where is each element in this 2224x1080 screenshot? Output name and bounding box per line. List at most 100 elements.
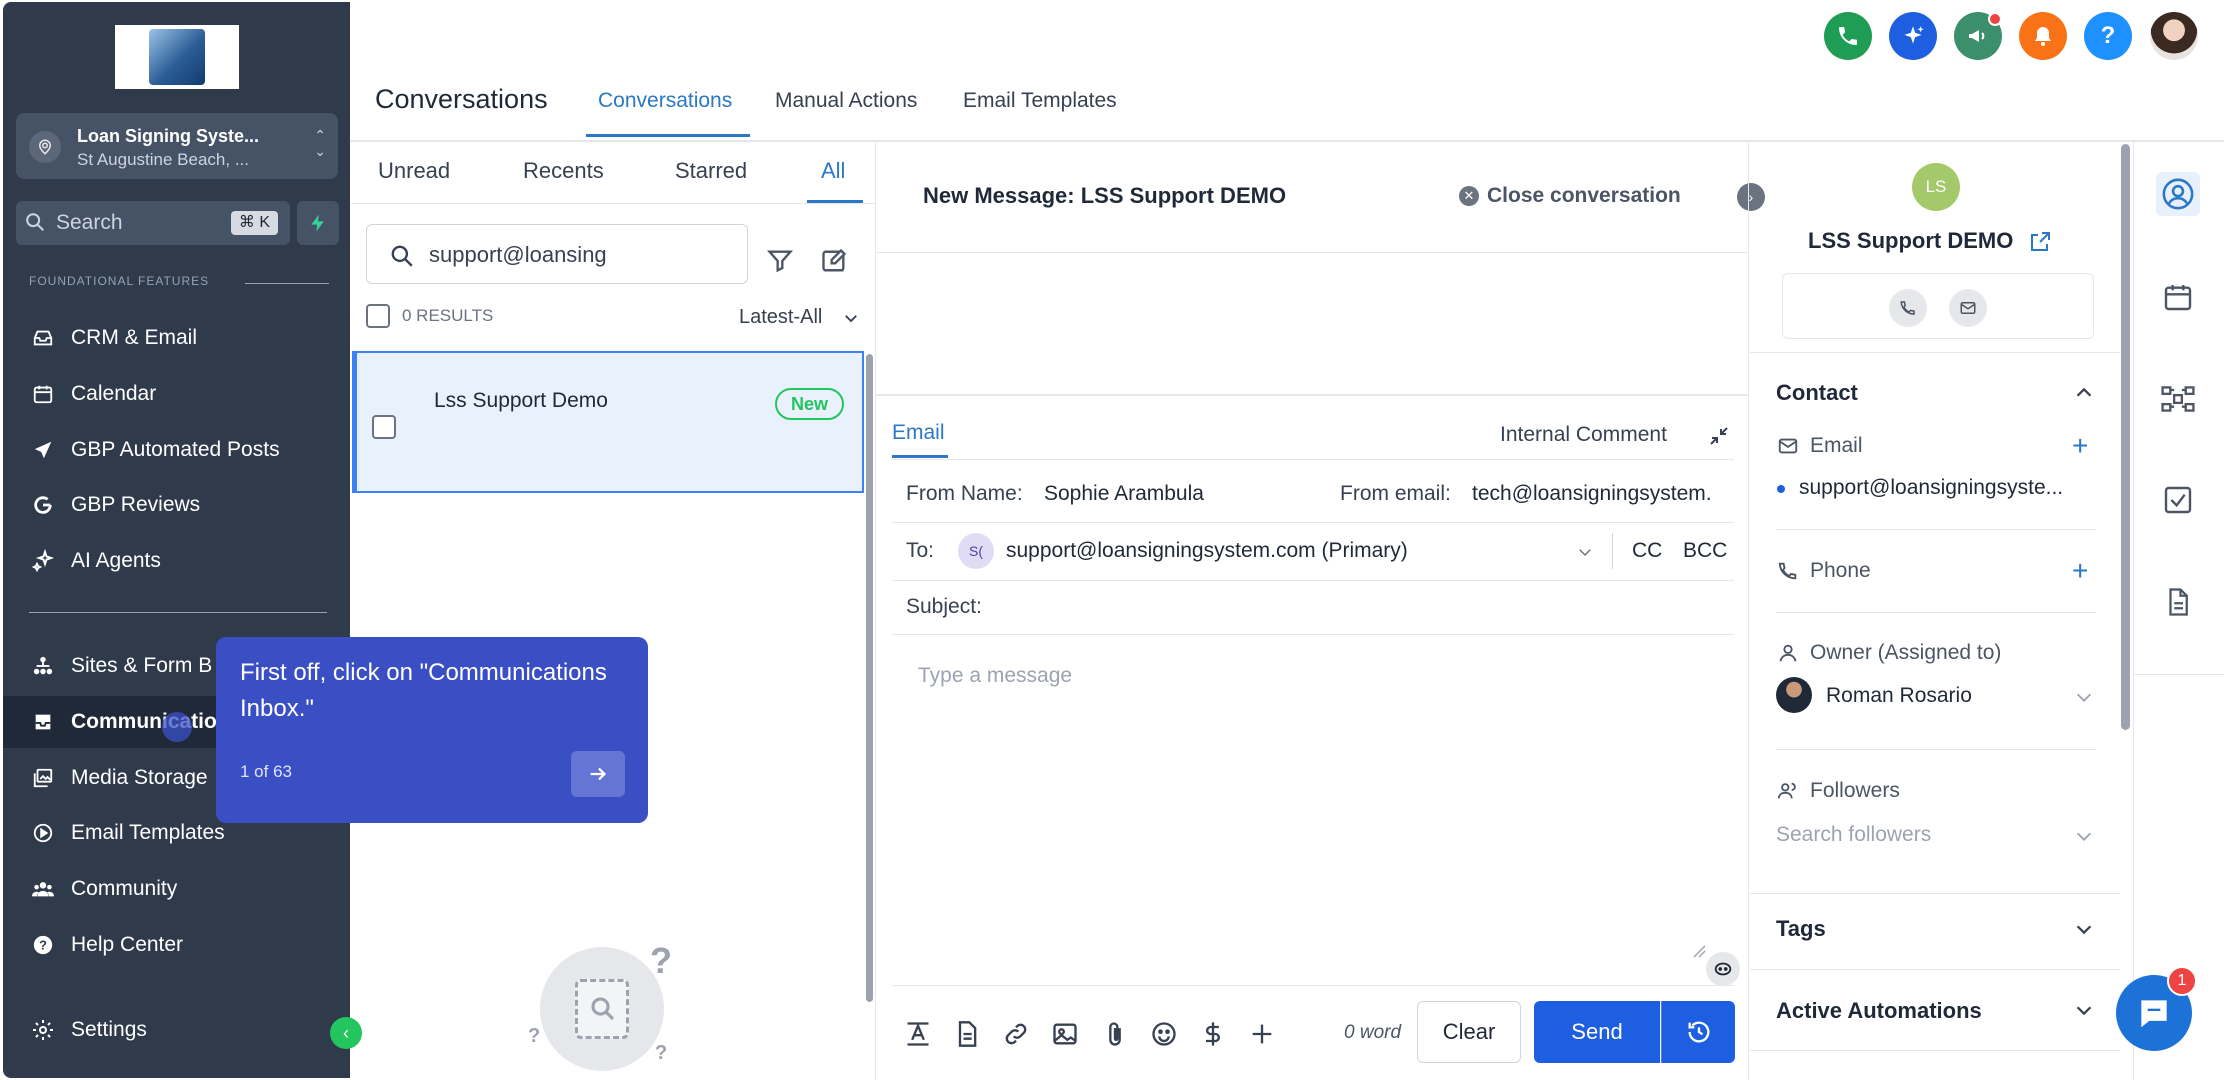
tour-next-button[interactable] (571, 751, 625, 797)
email-contact-button[interactable] (1949, 289, 1987, 327)
followers-search-input[interactable]: Search followers (1776, 823, 1931, 847)
field-divider (892, 580, 1734, 581)
tags-section-title[interactable]: Tags (1776, 916, 1826, 942)
tab-manual-actions[interactable]: Manual Actions (775, 89, 917, 113)
tab-email[interactable]: Email (892, 421, 945, 445)
company-logo[interactable] (115, 25, 239, 89)
link-icon[interactable] (1002, 1020, 1030, 1048)
rail-calendar-button[interactable] (2156, 275, 2200, 319)
sidebar-item-help-center[interactable]: ? Help Center (3, 919, 350, 971)
sidebar-item-crm-email[interactable]: CRM & Email (3, 312, 350, 364)
location-name: Loan Signing Syste... (77, 126, 260, 146)
conversation-search-input[interactable]: support@loansing (366, 224, 748, 284)
schedule-send-button[interactable] (1661, 1001, 1735, 1063)
field-divider (1776, 529, 2096, 530)
panel-scrollbar[interactable] (2121, 144, 2130, 730)
dollar-icon[interactable] (1199, 1020, 1227, 1048)
sidebar-item-ai-agents[interactable]: AI Agents (3, 535, 350, 587)
resize-handle-icon[interactable] (1692, 944, 1706, 958)
emoji-icon[interactable] (1150, 1020, 1178, 1048)
ai-assist-button[interactable] (1706, 952, 1740, 986)
chevron-down-icon[interactable] (2073, 686, 2095, 708)
nav-divider (29, 612, 327, 613)
tab-conversations[interactable]: Conversations (598, 89, 732, 113)
to-recipient[interactable]: support@loansigningsystem.com (Primary) (1006, 539, 1408, 563)
sidebar-item-gbp-posts[interactable]: GBP Automated Posts (3, 424, 350, 476)
conversation-checkbox[interactable] (372, 415, 396, 439)
users-icon (31, 877, 55, 901)
paperclip-icon[interactable] (1101, 1020, 1129, 1048)
notifications-button[interactable] (2019, 12, 2067, 60)
list-tab-recents[interactable]: Recents (523, 158, 604, 184)
rail-workflow-button[interactable] (2156, 377, 2200, 421)
list-tab-all[interactable]: All (821, 158, 845, 184)
contact-section-title[interactable]: Contact (1776, 380, 1858, 406)
location-switcher[interactable]: Loan Signing Syste... St Augustine Beach… (16, 113, 338, 179)
compose-icon[interactable] (820, 247, 848, 275)
sidebar-collapse-button[interactable]: ‹ (330, 1017, 362, 1049)
list-tab-unread[interactable]: Unread (378, 158, 450, 184)
location-address: St Augustine Beach, ... (77, 150, 250, 169)
mail-icon (1778, 438, 1798, 454)
conversation-list-item[interactable]: Lss Support Demo New (352, 351, 864, 493)
message-input[interactable]: Type a message (918, 664, 1072, 688)
sidebar-item-label: Sites & Form B (71, 654, 213, 677)
owner-select[interactable]: Roman Rosario (1826, 684, 1972, 708)
minimize-icon[interactable] (1707, 424, 1731, 448)
quick-actions-button[interactable] (297, 201, 339, 245)
sidebar-item-calendar[interactable]: Calendar (3, 368, 350, 420)
send-button[interactable]: Send (1534, 1001, 1660, 1063)
contact-email-value[interactable]: support@loansigningsyste... (1799, 476, 2095, 500)
from-email-value[interactable]: tech@loansigningsystem. (1472, 482, 1712, 506)
list-tab-starred[interactable]: Starred (675, 158, 747, 184)
sidebar-item-gbp-reviews[interactable]: GBP Reviews (3, 479, 350, 531)
bell-icon (2035, 27, 2051, 46)
notes-icon (2169, 588, 2188, 616)
from-name-label: From Name: (906, 482, 1023, 505)
tab-internal-comment[interactable]: Internal Comment (1500, 423, 1667, 447)
sidebar-item-community[interactable]: Community (3, 863, 350, 915)
image-icon[interactable] (1051, 1020, 1079, 1048)
to-label: To: (906, 539, 935, 562)
filter-icon[interactable] (766, 247, 794, 275)
rail-contact-button[interactable] (2156, 172, 2200, 216)
close-conversation-button[interactable]: ✕ Close conversation (1459, 184, 1681, 208)
owner-label: Owner (Assigned to) (1810, 641, 2002, 664)
add-email-button[interactable]: + (2072, 432, 2088, 460)
cc-button[interactable]: CC (1632, 539, 1662, 563)
chevron-up-icon[interactable] (2073, 382, 2095, 404)
clear-button[interactable]: Clear (1417, 1001, 1521, 1063)
rail-tasks-button[interactable] (2156, 478, 2200, 522)
user-avatar[interactable] (2150, 12, 2198, 60)
external-link-icon[interactable] (2028, 230, 2052, 254)
empty-state-illustration (540, 947, 664, 1071)
ai-assistant-button[interactable] (1889, 12, 1937, 60)
chat-icon (2141, 1000, 2167, 1028)
chevron-down-icon[interactable] (842, 309, 860, 327)
from-name-value[interactable]: Sophie Arambula (1044, 482, 1204, 506)
bcc-button[interactable]: BCC (1683, 539, 1727, 563)
question-mark-icon: ? (650, 940, 672, 981)
document-icon[interactable] (953, 1020, 981, 1048)
call-contact-button[interactable] (1889, 289, 1927, 327)
chevron-down-icon[interactable] (1576, 543, 1594, 561)
sidebar-item-settings[interactable]: Settings (3, 1004, 350, 1056)
sort-dropdown[interactable]: Latest-All (739, 306, 822, 329)
plus-icon[interactable] (1248, 1020, 1276, 1048)
automations-section-title[interactable]: Active Automations (1776, 998, 1982, 1024)
phone-button[interactable] (1824, 12, 1872, 60)
play-circle-icon (31, 821, 55, 845)
help-button[interactable]: ? (2084, 12, 2132, 60)
chat-unread-badge: 1 (2167, 966, 2197, 996)
text-format-icon[interactable] (904, 1020, 932, 1048)
select-all-checkbox[interactable] (366, 304, 390, 328)
add-phone-button[interactable]: + (2072, 557, 2088, 585)
chevron-down-icon[interactable] (2073, 825, 2095, 847)
collapse-panel-button[interactable]: › (1737, 183, 1765, 211)
sidebar-search[interactable]: Search ⌘ K (16, 201, 290, 245)
chevron-down-icon[interactable] (2073, 918, 2095, 940)
chevron-down-icon[interactable] (2073, 999, 2095, 1021)
tab-email-templates[interactable]: Email Templates (963, 89, 1117, 113)
rail-notes-button[interactable] (2156, 580, 2200, 624)
list-scrollbar[interactable] (866, 354, 873, 1002)
